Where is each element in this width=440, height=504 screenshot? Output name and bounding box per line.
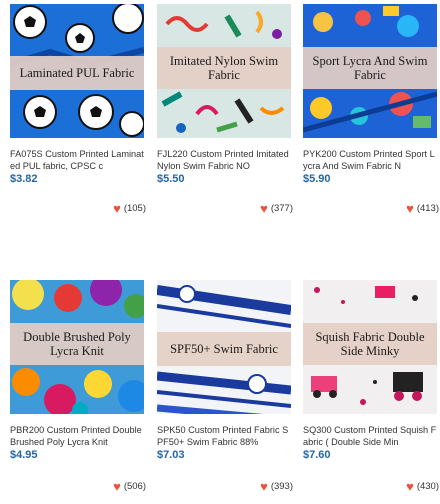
heart-icon[interactable]: ♥ (260, 202, 268, 215)
product-banner: Imitated Nylon Swim Fabric (157, 47, 291, 89)
like-count-label: (413) (416, 203, 439, 214)
like-count[interactable]: ♥ (506) (113, 480, 146, 493)
heart-icon[interactable]: ♥ (113, 480, 121, 493)
product-price: $3.82 (10, 173, 38, 185)
product-title[interactable]: FJL220 Custom Printed Imitated Nylon Swi… (157, 148, 291, 172)
product-image[interactable]: Imitated Nylon Swim Fabric (157, 4, 291, 138)
product-banner: SPF50+ Swim Fabric (157, 332, 291, 366)
heart-icon[interactable]: ♥ (406, 480, 414, 493)
product-image[interactable]: SPF50+ Swim Fabric (157, 280, 291, 414)
product-title[interactable]: PYK200 Custom Printed Sport Lycra And Sw… (303, 148, 437, 172)
product-title[interactable]: SQ300 Custom Printed Squish Fabric ( Dou… (303, 424, 437, 448)
heart-icon[interactable]: ♥ (406, 202, 414, 215)
product-card[interactable]: Squish Fabric Double Side Minky SQ300 Cu… (303, 280, 439, 493)
product-title[interactable]: FA075S Custom Printed Laminated PUL fabr… (10, 148, 144, 172)
product-card[interactable]: Sport Lycra And Swim Fabric PYK200 Custo… (303, 4, 439, 215)
product-banner: Squish Fabric Double Side Minky (303, 323, 437, 365)
heart-icon[interactable]: ♥ (260, 480, 268, 493)
product-price: $7.03 (157, 449, 185, 461)
product-price: $4.95 (10, 449, 38, 461)
product-image[interactable]: Laminated PUL Fabric (10, 4, 144, 138)
product-card[interactable]: SPF50+ Swim Fabric SPK50 Custom Printed … (157, 280, 293, 493)
heart-icon[interactable]: ♥ (113, 202, 121, 215)
product-card[interactable]: Imitated Nylon Swim Fabric FJL220 Custom… (157, 4, 293, 215)
product-grid: Laminated PUL Fabric FA075S Custom Print… (0, 0, 440, 504)
like-count-label: (506) (123, 481, 146, 492)
like-count-label: (430) (416, 481, 439, 492)
like-count[interactable]: ♥ (430) (406, 480, 439, 493)
product-title[interactable]: SPK50 Custom Printed Fabric SPF50+ Swim … (157, 424, 291, 448)
product-banner: Sport Lycra And Swim Fabric (303, 47, 437, 89)
like-count-label: (393) (270, 481, 293, 492)
product-card[interactable]: Laminated PUL Fabric FA075S Custom Print… (10, 4, 146, 215)
product-image[interactable]: Double Brushed Poly Lycra Knit (10, 280, 144, 414)
product-card[interactable]: Double Brushed Poly Lycra Knit PBR200 Cu… (10, 280, 146, 493)
product-price: $7.60 (303, 449, 331, 461)
like-count-label: (377) (270, 203, 293, 214)
like-count[interactable]: ♥ (377) (260, 202, 293, 215)
product-title[interactable]: PBR200 Custom Printed Double Brushed Pol… (10, 424, 144, 448)
product-image[interactable]: Squish Fabric Double Side Minky (303, 280, 437, 414)
product-price: $5.50 (157, 173, 185, 185)
like-count-label: (105) (123, 203, 146, 214)
product-price: $5.90 (303, 173, 331, 185)
like-count[interactable]: ♥ (413) (406, 202, 439, 215)
like-count[interactable]: ♥ (105) (113, 202, 146, 215)
product-image[interactable]: Sport Lycra And Swim Fabric (303, 4, 437, 138)
product-banner: Double Brushed Poly Lycra Knit (10, 323, 144, 365)
product-banner: Laminated PUL Fabric (10, 56, 144, 90)
like-count[interactable]: ♥ (393) (260, 480, 293, 493)
